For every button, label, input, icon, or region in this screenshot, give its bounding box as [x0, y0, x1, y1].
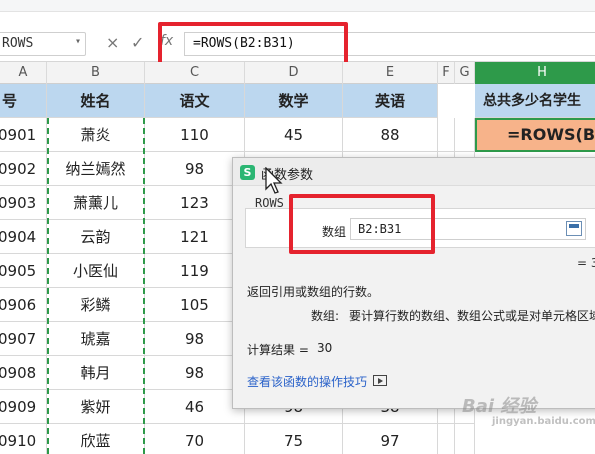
help-tips-link[interactable]: 查看该函数的操作技巧 [247, 373, 367, 390]
column-header-c[interactable]: C [145, 62, 245, 84]
video-icon[interactable] [373, 375, 387, 386]
students-count-title[interactable]: 总共多少名学生 [475, 84, 595, 118]
header-cell[interactable]: 数学 [245, 84, 343, 118]
column-header-d[interactable]: D [245, 62, 343, 84]
mouse-cursor-icon [265, 167, 283, 194]
table-cell[interactable]: 0910 [0, 424, 47, 454]
column-header-g[interactable]: G [455, 62, 475, 84]
table-cell[interactable]: 121 [145, 220, 245, 254]
table-cell[interactable]: 119 [145, 254, 245, 288]
table-cell[interactable]: 88 [343, 118, 438, 152]
parameter-label: 数组: [311, 309, 340, 323]
table-cell[interactable]: 105 [145, 288, 245, 322]
column-header-f[interactable]: F [438, 62, 455, 84]
ribbon-strip [0, 0, 595, 12]
dialog-titlebar[interactable]: S 函数参数 [233, 158, 595, 194]
table-cell[interactable]: 75 [245, 424, 343, 454]
empty-cell[interactable] [455, 118, 475, 152]
name-box-value: ROWS [2, 36, 34, 51]
table-cell[interactable]: 97 [343, 424, 438, 454]
table-cell[interactable]: 45 [245, 118, 343, 152]
header-cell[interactable]: 英语 [343, 84, 438, 118]
table-cell[interactable]: 0906 [0, 288, 47, 322]
column-header-a[interactable]: A [0, 62, 47, 84]
table-cell[interactable]: 123 [145, 186, 245, 220]
watermark-url: jingyan.baidu.com [492, 416, 595, 427]
wps-logo-icon: S [240, 165, 255, 180]
table-cell[interactable]: 0903 [0, 186, 47, 220]
range-select-icon[interactable] [566, 221, 582, 236]
argument-highlight-box [289, 194, 435, 254]
cancel-icon[interactable]: × [106, 33, 119, 52]
result-cell[interactable]: =ROWS(B2 [475, 118, 595, 152]
table-cell[interactable]: 0909 [0, 390, 47, 424]
table-cell[interactable]: 70 [145, 424, 245, 454]
confirm-icon[interactable]: ✓ [131, 33, 144, 52]
table-cell[interactable]: 0905 [0, 254, 47, 288]
watermark: Bai 经验 jingyan.baidu.com [462, 392, 595, 427]
column-headers: A B C D E F G H [0, 62, 595, 84]
header-cell[interactable]: 号 [0, 84, 47, 118]
watermark-brand: Bai 经验 [462, 396, 537, 417]
table-cell[interactable]: 98 [145, 152, 245, 186]
chevron-down-icon[interactable]: ▾ [75, 36, 81, 47]
table-cell[interactable]: 0908 [0, 356, 47, 390]
column-header-e[interactable]: E [343, 62, 438, 84]
name-box[interactable]: ROWS ▾ [0, 32, 86, 56]
column-header-h[interactable]: H [475, 62, 595, 84]
table-cell[interactable]: 110 [145, 118, 245, 152]
table-cell[interactable]: 98 [145, 322, 245, 356]
table-cell[interactable]: 0901 [0, 118, 47, 152]
argument-preview-value: = 30 [577, 256, 595, 270]
table-cell[interactable]: 0904 [0, 220, 47, 254]
header-cell[interactable]: 姓名 [47, 84, 145, 118]
empty-cell[interactable] [438, 118, 455, 152]
calc-result-value: 30 [317, 341, 333, 355]
table-cell[interactable]: 0907 [0, 322, 47, 356]
column-header-b[interactable]: B [47, 62, 145, 84]
empty-cell[interactable] [438, 424, 455, 454]
parameter-description: 要计算行数的数组、数组公式或是对单元格区域 [349, 309, 595, 323]
selection-marquee [47, 118, 145, 454]
table-cell[interactable]: 98 [145, 356, 245, 390]
empty-cell[interactable] [455, 424, 475, 454]
table-cell[interactable]: 0902 [0, 152, 47, 186]
table-cell[interactable]: 46 [145, 390, 245, 424]
calc-result-label: 计算结果 = [247, 343, 309, 357]
function-description: 返回引用或数组的行数。 [247, 285, 380, 299]
header-cell[interactable]: 语文 [145, 84, 245, 118]
